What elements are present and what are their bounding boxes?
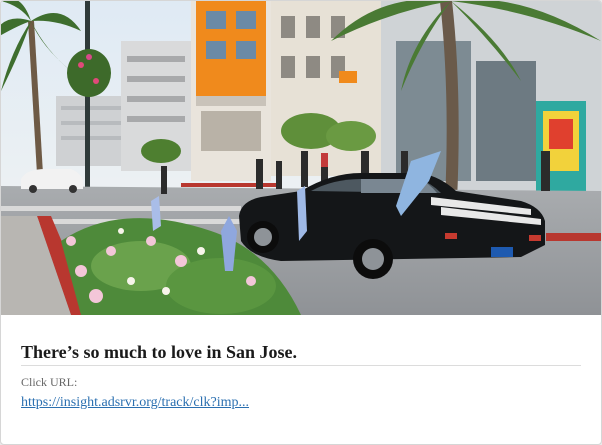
street-photo: [1, 1, 601, 315]
ad-headline[interactable]: There’s so much to love in San Jose.: [21, 341, 581, 366]
ad-hero-image[interactable]: [1, 1, 601, 315]
click-url-link[interactable]: https://insight.adsrvr.org/track/clk?imp…: [21, 394, 249, 412]
click-url-label: Click URL:: [21, 375, 78, 389]
ad-body: There’s so much to love in San Jose. Cli…: [21, 315, 581, 412]
ad-card: There’s so much to love in San Jose. Cli…: [0, 0, 602, 445]
